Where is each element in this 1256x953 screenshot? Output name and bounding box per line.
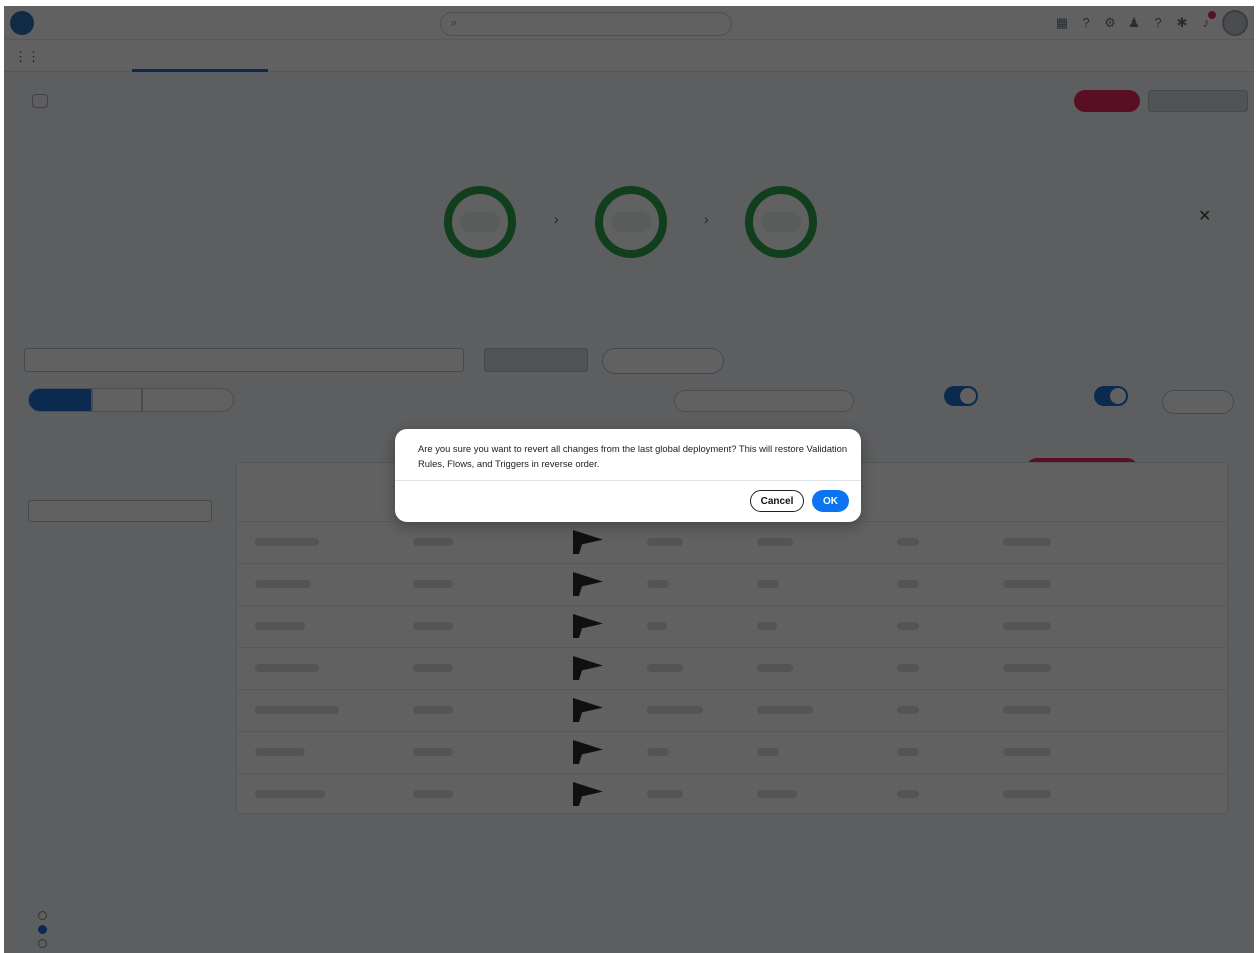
- ok-button[interactable]: OK: [812, 490, 849, 512]
- confirm-message: Are you sure you want to revert all chan…: [418, 443, 848, 469]
- cancel-button[interactable]: Cancel: [750, 490, 804, 512]
- dialog-divider: [395, 480, 861, 481]
- confirm-dialog: Are you sure you want to revert all chan…: [395, 429, 861, 522]
